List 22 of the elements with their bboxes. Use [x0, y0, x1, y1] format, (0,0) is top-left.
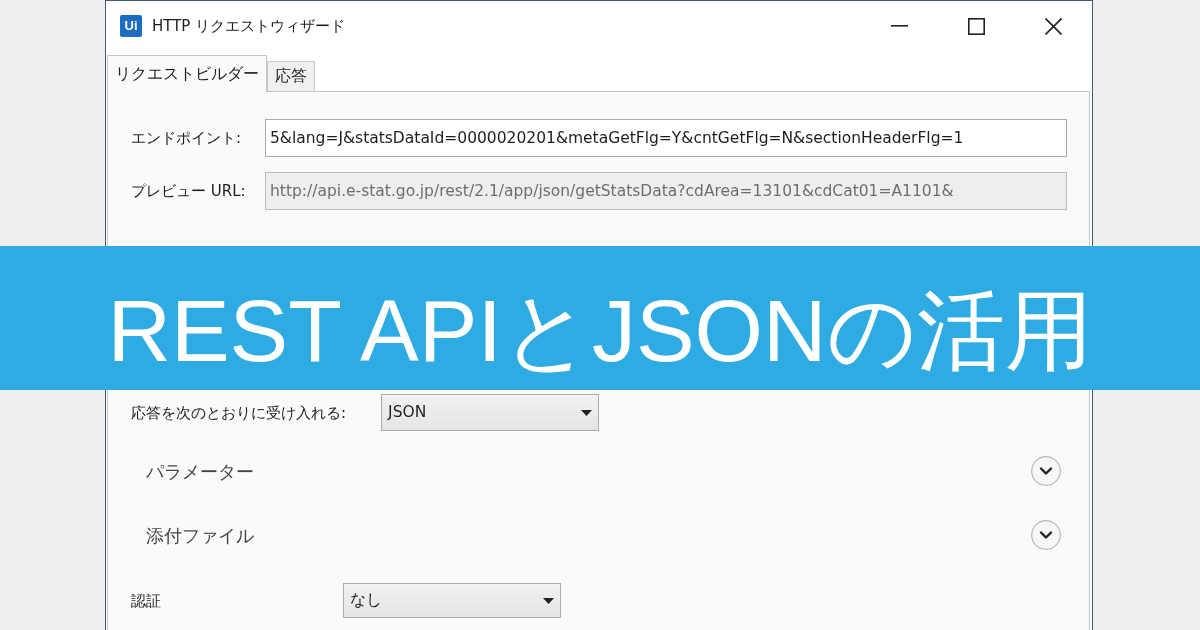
section-heading[interactable]: 添付ファイル [146, 521, 254, 549]
chevron-down-icon[interactable] [1031, 456, 1061, 486]
chevron-down-icon[interactable] [1031, 520, 1061, 550]
text-field[interactable]: 5&lang=J&statsDataId=0000020201&metaGetFlg=Y&cntGetFlg=N&sectionHeaderFlg=1 [265, 119, 1067, 157]
close-icon [1045, 17, 1062, 35]
banner-title: REST APIとJSONの活用 [107, 286, 1093, 375]
tab[interactable]: 応答 [267, 61, 315, 91]
field-label: 認証 [131, 591, 161, 610]
field-label: プレビュー URL: [131, 182, 246, 200]
window-title: HTTP リクエストウィザード [152, 15, 346, 37]
dropdown-field[interactable]: JSON [381, 394, 600, 431]
tab[interactable]: リクエストビルダー [107, 55, 267, 92]
maximize-icon [968, 17, 985, 35]
caret-icon [543, 597, 554, 604]
app-logo: Ui [120, 15, 142, 37]
field-label: 応答を次のとおりに受け入れる: [131, 403, 347, 422]
caret-icon [581, 409, 593, 416]
section-heading[interactable]: パラメーター [146, 457, 254, 485]
field-label: エンドポイント: [131, 129, 242, 147]
dropdown-field[interactable]: なし [343, 583, 561, 618]
text-field: http://api.e-stat.go.jp/rest/2.1/app/json/getStatsData?cdArea=13101&cdCat01=A1101& [265, 172, 1067, 210]
minimize-icon [891, 25, 908, 27]
